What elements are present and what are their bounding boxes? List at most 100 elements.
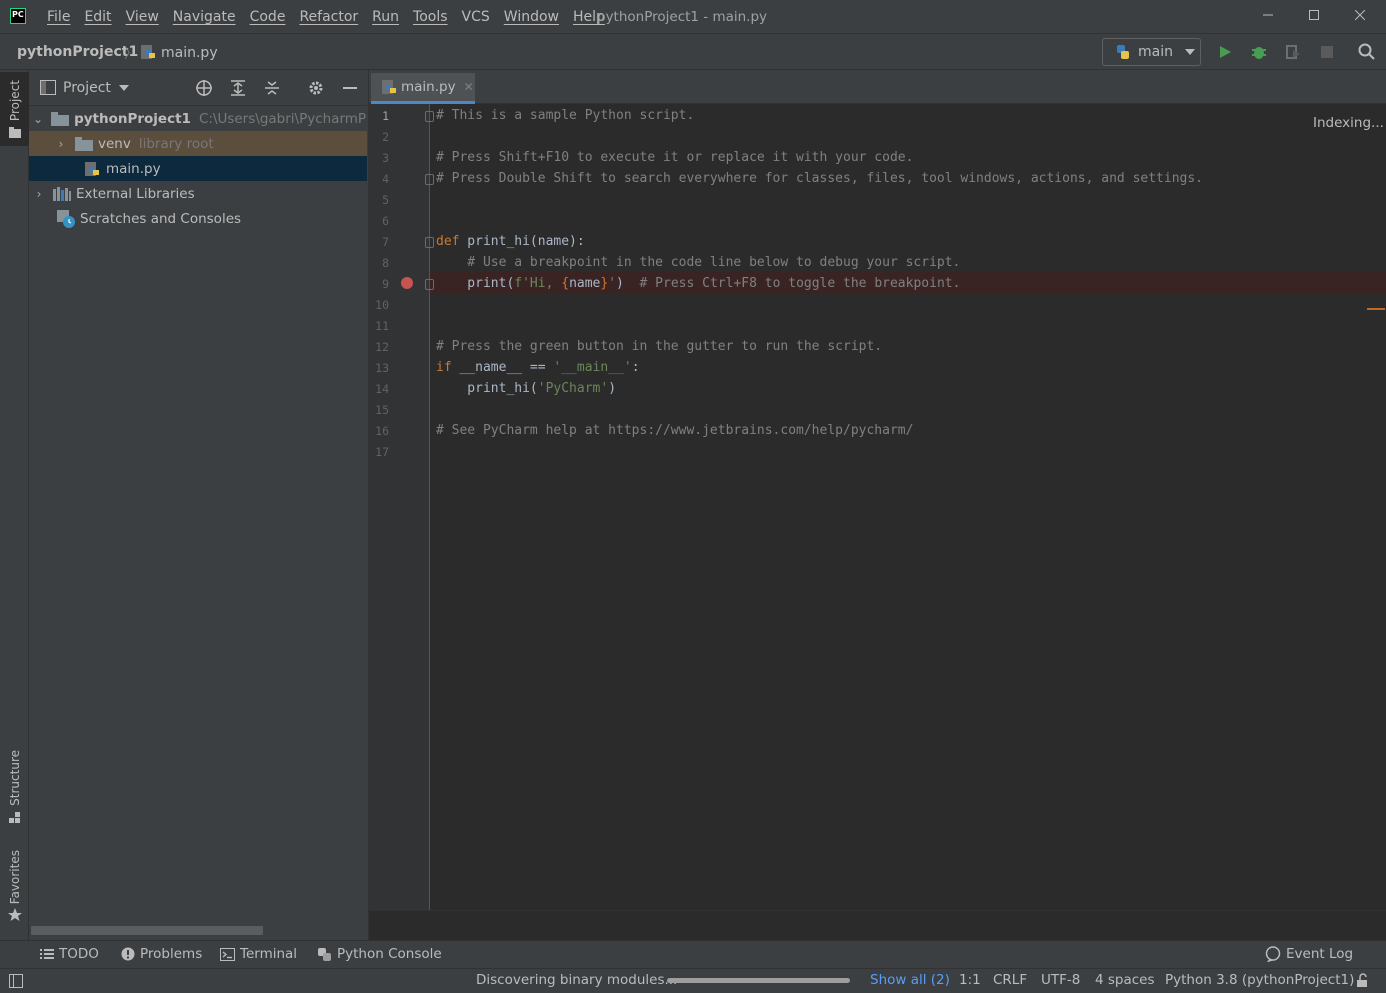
lock-icon[interactable] [1356,973,1370,988]
menu-navigate[interactable]: Navigate [166,9,243,25]
code-token: # This is a sample Python script. [436,108,695,123]
search-icon [1358,43,1375,60]
background-task-progress [667,978,850,983]
breadcrumb-file[interactable]: main.py [161,45,218,61]
maximize-icon [1309,10,1319,20]
hide-panel-button[interactable] [340,78,360,98]
locate-button[interactable] [194,78,214,98]
indexing-indicator: Indexing... [1303,106,1386,140]
problems-tool-button[interactable]: Problems [121,946,202,962]
collapse-all-button[interactable] [262,78,282,98]
tree-item-project-root[interactable]: ⌄ pythonProject1 C:\Users\gabri\PycharmP… [29,106,367,131]
tree-item-venv[interactable]: › venv library root [29,131,367,156]
window-title: pythonProject1 - main.py [597,9,768,25]
menu-refactor[interactable]: Refactor [292,9,365,25]
favorites-stripe-label: Favorites [7,850,22,905]
star-icon [7,908,22,922]
interpreter-widget[interactable]: Python 3.8 (pythonProject1) [1165,972,1354,988]
expand-all-button[interactable] [228,78,248,98]
stop-button[interactable] [1316,41,1338,63]
project-view-selector[interactable]: Project [63,80,111,96]
caret-position[interactable]: 1:1 [959,972,981,988]
scratches-icon [57,209,75,228]
menu-tools[interactable]: Tools [406,9,455,25]
close-tab-icon[interactable]: ✕ [464,80,474,94]
editor-tab-bar: main.py ✕ [369,70,1386,104]
menu-edit[interactable]: Edit [77,9,118,25]
menu-bar: File Edit View Navigate Code Refactor Ru… [40,0,612,34]
structure-tool-window-button[interactable]: Structure [0,750,29,830]
collapse-all-icon [265,81,279,95]
tree-item-label: main.py [106,160,161,177]
run-configuration-dropdown[interactable]: main [1102,38,1201,66]
code-line: # Press Shift+F10 to execute it or repla… [436,150,913,165]
terminal-icon [220,947,235,961]
menu-code[interactable]: Code [243,9,293,25]
editor-bottom-strip [369,910,1386,940]
run-icon [1220,46,1231,58]
left-tool-stripe: Project Structure Favorites [0,70,29,940]
tree-item-label: venv [98,135,131,152]
toggle-tool-windows-icon[interactable] [9,974,23,988]
background-task-label[interactable]: Discovering binary modules... [476,972,677,988]
breadcrumb-project[interactable]: pythonProject1 [17,44,138,60]
tree-item-main-py[interactable]: main.py [29,156,367,181]
python-file-icon [83,161,101,177]
debug-button[interactable] [1248,41,1270,63]
code-token: # See PyCharm help at https://www.jetbra… [436,423,914,438]
menu-file[interactable]: File [40,9,77,25]
chevron-right-icon[interactable]: › [33,187,45,201]
code-line: print(f'Hi, {name}') # Press Ctrl+F8 to … [436,276,960,291]
tree-item-scratches[interactable]: Scratches and Consoles [29,206,367,231]
editor-area: main.py ✕ 1 2 3 4 5 6 7 8 9 10 11 12 13 … [368,70,1386,940]
event-log-tool-button[interactable]: Event Log [1265,946,1353,962]
run-button[interactable] [1214,41,1236,63]
event-log-icon [1265,946,1281,962]
line-separator-widget[interactable]: CRLF [993,972,1027,988]
python-icon [318,947,331,961]
project-tool-window-button[interactable]: Project [0,72,29,146]
code-token: __name__ == [451,360,554,375]
run-configuration-label: main [1138,44,1173,60]
chevron-right-icon[interactable]: › [55,137,67,151]
indent-widget[interactable]: 4 spaces [1095,972,1155,988]
status-bar: Discovering binary modules... Show all (… [0,968,1386,993]
code-token: ' [608,276,617,291]
code-editor[interactable]: # This is a sample Python script. # Pres… [369,104,1386,910]
python-console-tool-button[interactable]: Python Console [317,946,442,962]
menu-window[interactable]: Window [497,9,566,25]
tab-main-py[interactable]: main.py ✕ [371,73,475,104]
debug-icon [1252,47,1266,59]
encoding-widget[interactable]: UTF-8 [1041,972,1080,988]
code-token: # Press Shift+F10 to execute it or repla… [436,150,914,165]
structure-icon [8,811,20,823]
menu-run[interactable]: Run [365,9,406,25]
close-window-button[interactable] [1337,0,1383,30]
menu-vcs[interactable]: VCS [455,9,497,25]
python-icon [1117,45,1129,59]
code-line: # Press the green button in the gutter t… [436,339,882,354]
chevron-down-icon[interactable] [119,85,129,91]
gear-icon [309,81,323,95]
search-everywhere-button[interactable] [1356,41,1378,63]
tab-label: main.py [401,79,456,95]
minimize-button[interactable] [1245,0,1291,30]
python-file-icon [141,45,155,59]
maximize-button[interactable] [1291,0,1337,30]
stop-icon [1321,46,1333,58]
tree-item-external-libraries[interactable]: › External Libraries [29,181,367,206]
code-token: f'Hi, [514,276,562,291]
chevron-down-icon[interactable]: ⌄ [33,112,43,126]
terminal-label: Terminal [240,946,298,962]
todo-tool-button[interactable]: TODO [40,946,99,962]
run-with-coverage-button[interactable] [1282,41,1304,63]
folder-icon [51,111,70,127]
show-all-tasks-link[interactable]: Show all (2) [870,972,950,988]
terminal-tool-button[interactable]: Terminal [220,946,297,962]
favorites-tool-window-button[interactable]: Favorites [0,850,29,930]
horizontal-scrollbar[interactable] [31,926,263,935]
menu-view[interactable]: View [119,9,166,25]
panel-settings-button[interactable] [306,78,326,98]
error-stripe-marker[interactable] [1367,308,1385,310]
python-console-label: Python Console [337,946,442,962]
